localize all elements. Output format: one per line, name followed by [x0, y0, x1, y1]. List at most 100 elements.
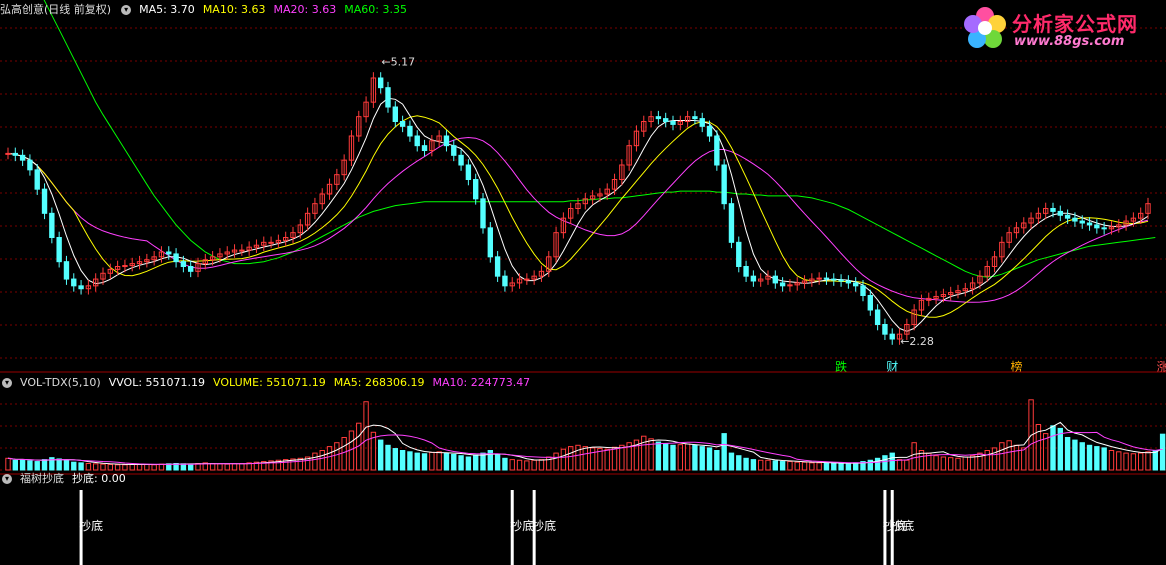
- vvol-value: VVOL: 551071.19: [108, 376, 206, 389]
- volume-bar: [845, 463, 852, 471]
- candle-body: [494, 256, 501, 277]
- candle-body: [63, 261, 70, 280]
- candle-body: [714, 135, 720, 166]
- ma20-value: MA20: 3.63: [273, 3, 337, 16]
- volume-bar: [188, 463, 194, 471]
- ma10-value: MA10: 3.63: [202, 3, 266, 16]
- candle-body: [5, 152, 11, 155]
- candle-body: [34, 169, 40, 190]
- signal-label: 抄底: [79, 518, 103, 533]
- candle-body: [736, 241, 742, 267]
- candle-body: [699, 118, 705, 127]
- volume-bar: [19, 459, 26, 471]
- candle-body: [173, 253, 179, 263]
- logo-url: www.88gs.com: [1014, 34, 1125, 49]
- candle-body: [378, 77, 384, 89]
- volume-bar: [71, 461, 77, 471]
- volume-bar: [392, 448, 399, 471]
- dropdown-icon[interactable]: ▾: [2, 474, 12, 484]
- dropdown-icon[interactable]: ▾: [121, 5, 132, 15]
- volume-bar: [63, 459, 70, 471]
- candle-body: [853, 282, 859, 287]
- volume-bar: [1079, 442, 1085, 471]
- candle-body: [414, 135, 420, 147]
- candle-body: [166, 251, 172, 255]
- volume-bar: [502, 457, 508, 471]
- candle-body: [1101, 227, 1107, 230]
- volume-bar: [399, 450, 406, 471]
- volume-bar: [407, 451, 413, 471]
- signal-label: 抄底: [890, 518, 914, 533]
- volume-bar: [699, 446, 705, 471]
- volume-bar: [853, 462, 859, 471]
- site-logo: 分析家公式网 www.88gs.com: [960, 2, 1160, 56]
- candle-body: [71, 278, 77, 287]
- volume-bar: [27, 460, 33, 471]
- volume-bar: [714, 450, 720, 471]
- volume-bar: [465, 456, 472, 471]
- candle-body: [823, 277, 830, 280]
- dropdown-icon[interactable]: ▾: [2, 378, 12, 388]
- volume-bar: [882, 455, 888, 471]
- volume-value: VOLUME: 551071.19: [213, 376, 326, 389]
- vol-ma5-value: MA5: 268306.19: [333, 376, 425, 389]
- volume-bar: [1101, 447, 1107, 471]
- volume-bar: [56, 458, 62, 471]
- volume-bar: [421, 453, 428, 471]
- candle-body: [56, 237, 62, 263]
- candle-body: [779, 282, 786, 287]
- volume-bar: [831, 463, 837, 471]
- stock-chart: 抄底 抄底抄底 抄底抄底 ←5.17←2.28跌财榜涨: [0, 0, 1166, 565]
- volume-bar: [736, 455, 742, 471]
- candle-body: [49, 212, 55, 238]
- candle-body: [407, 125, 413, 137]
- candle-body: [1057, 210, 1063, 216]
- candle-body: [268, 241, 274, 244]
- candle-body: [706, 125, 713, 137]
- candle-body: [27, 159, 33, 171]
- volume-bar: [823, 462, 830, 471]
- volume-bar: [451, 453, 457, 471]
- volume-bar: [494, 453, 501, 471]
- volume-bar: [728, 452, 735, 471]
- volume-indicator-name[interactable]: VOL-TDX(5,10): [20, 375, 101, 391]
- volume-bar: [838, 463, 844, 471]
- stock-title[interactable]: 弘高创意(日线 前复权): [0, 2, 111, 18]
- candle-body: [882, 324, 888, 335]
- candle-body: [728, 203, 735, 243]
- candle-body: [480, 198, 486, 229]
- volume-bar: [34, 461, 40, 471]
- volume-bar: [443, 452, 450, 471]
- candle-body: [465, 164, 472, 180]
- candle-body: [750, 275, 757, 282]
- candle-body: [451, 145, 457, 156]
- signal-label: 抄底: [532, 518, 556, 533]
- candle-body: [845, 280, 852, 284]
- candle-body: [663, 118, 669, 122]
- candle-body: [122, 265, 128, 268]
- price-annotation-label: ←5.17: [381, 56, 415, 69]
- volume-bar: [1086, 444, 1093, 471]
- candle-body: [1079, 220, 1085, 224]
- candle-body: [772, 275, 778, 284]
- candle-body: [867, 295, 873, 311]
- candle-body: [1086, 222, 1093, 226]
- volume-bar: [1064, 437, 1071, 471]
- volume-bar: [1094, 446, 1100, 471]
- volume-bar: [378, 439, 384, 471]
- ma60-value: MA60: 3.35: [344, 3, 407, 16]
- candle-body: [458, 154, 464, 166]
- volume-bar: [874, 457, 881, 471]
- candle-body: [188, 266, 194, 272]
- candle-body: [670, 121, 676, 125]
- candle-body: [655, 116, 662, 120]
- candle-body: [78, 285, 84, 290]
- candle-body: [239, 249, 245, 252]
- candle-body: [19, 154, 26, 161]
- candle-body: [838, 279, 844, 282]
- candle-body: [1072, 217, 1078, 222]
- candle-body: [12, 152, 19, 156]
- volume-bar: [655, 441, 662, 471]
- signal-indicator-name[interactable]: 福树抄底: [20, 471, 64, 487]
- volume-bar: [1072, 439, 1078, 471]
